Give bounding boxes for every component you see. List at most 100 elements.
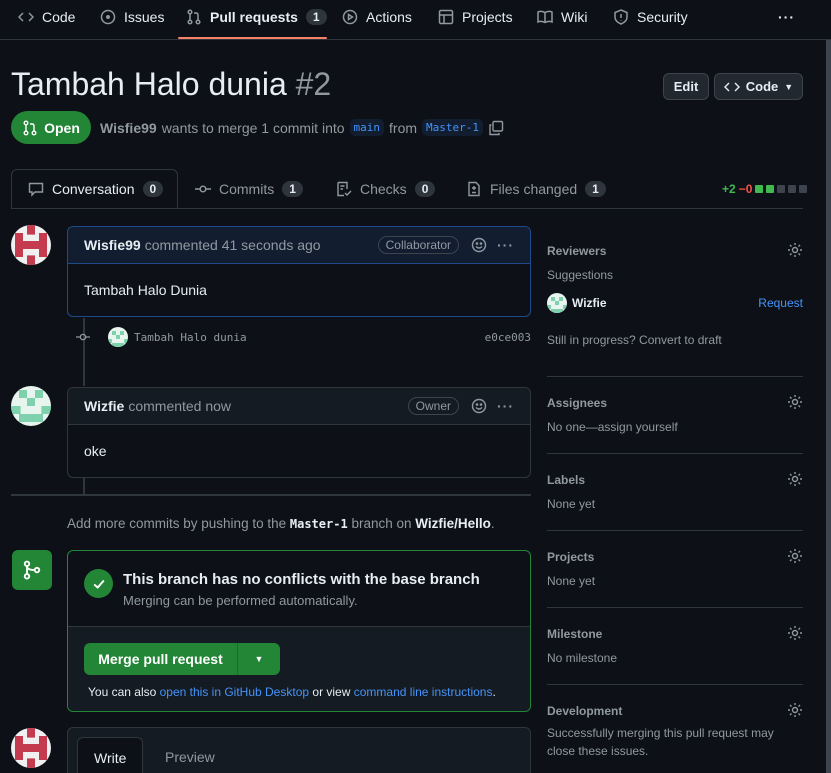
- comment-card: Wisfie99 commented 41 seconds ago Collab…: [67, 226, 531, 317]
- nav-actions[interactable]: Actions: [342, 0, 412, 33]
- command-line-instructions-link[interactable]: command line instructions: [354, 685, 493, 699]
- tab-checks-label: Checks: [360, 181, 407, 197]
- pr-state-badge: Open: [11, 111, 91, 144]
- nav-security[interactable]: Security: [613, 0, 688, 33]
- check-circle-icon: [84, 569, 113, 598]
- sidebar-divider: [547, 530, 803, 531]
- timeline-line: [83, 478, 85, 494]
- request-review-link[interactable]: Request: [758, 296, 803, 310]
- nav-issues-label: Issues: [124, 8, 165, 25]
- book-icon: [537, 10, 553, 23]
- avatar[interactable]: [547, 293, 567, 313]
- sidebar-divider: [547, 684, 803, 685]
- gear-icon[interactable]: [787, 471, 803, 487]
- open-in-desktop-link[interactable]: open this in GitHub Desktop: [160, 685, 309, 699]
- comment-icon: [28, 182, 44, 197]
- diffstat-additions: +2: [722, 182, 736, 196]
- role-badge: Collaborator: [377, 236, 459, 254]
- kebab-icon[interactable]: ···: [497, 398, 514, 414]
- code-dropdown-button[interactable]: Code ▼: [714, 73, 803, 100]
- merge-method-dropdown[interactable]: ▼: [238, 643, 280, 675]
- kebab-icon[interactable]: ···: [497, 237, 514, 253]
- edit-button[interactable]: Edit: [663, 73, 709, 100]
- push-note: Add more commits by pushing to the Maste…: [67, 516, 495, 531]
- comment-author[interactable]: Wizfie: [84, 398, 124, 414]
- gear-icon[interactable]: [787, 242, 803, 258]
- avatar[interactable]: [11, 728, 51, 768]
- nav-projects[interactable]: Projects: [438, 0, 513, 33]
- tab-preview[interactable]: Preview: [149, 737, 231, 773]
- reviewers-suggestions-label: Suggestions: [547, 268, 614, 282]
- merge-actions: Merge pull request ▼ You can also open t…: [68, 627, 530, 711]
- commit-sha-link[interactable]: e0ce003: [485, 331, 531, 344]
- sidebar-projects: Projects None yet: [547, 548, 803, 588]
- copy-icon[interactable]: [488, 120, 504, 136]
- comment-timestamp[interactable]: commented 41 seconds ago: [145, 237, 321, 253]
- code-button-label: Code: [745, 79, 779, 94]
- pr-number: #2: [295, 66, 332, 102]
- active-nav-underline: [178, 37, 327, 39]
- kebab-icon: ···: [778, 8, 795, 25]
- nav-pull-requests[interactable]: Pull requests 1: [186, 0, 327, 33]
- tab-checks-count: 0: [414, 181, 436, 197]
- tab-commits-label: Commits: [219, 181, 275, 197]
- development-value: Successfully merging this pull request m…: [547, 726, 774, 758]
- nav-code-label: Code: [42, 8, 76, 25]
- gear-icon[interactable]: [787, 394, 803, 410]
- convert-to-draft-link[interactable]: Still in progress? Convert to draft: [547, 333, 803, 347]
- merge-pull-request-button[interactable]: Merge pull request: [84, 643, 238, 675]
- tab-conversation[interactable]: Conversation 0: [28, 181, 164, 197]
- suggested-reviewer: Wizfie Request: [547, 293, 803, 313]
- smiley-icon[interactable]: [471, 398, 487, 414]
- sidebar-reviewers: Reviewers Suggestions Wizfie Request Sti…: [547, 242, 803, 347]
- smiley-icon[interactable]: [471, 237, 487, 253]
- push-note-repo[interactable]: Wizfie/Hello: [415, 516, 491, 531]
- gear-icon[interactable]: [787, 625, 803, 641]
- merge-status-icon: [12, 550, 52, 590]
- gear-icon[interactable]: [787, 702, 803, 718]
- diffstat-block: [777, 185, 786, 193]
- gear-icon[interactable]: [787, 548, 803, 564]
- pull-request-icon: [23, 120, 37, 135]
- nav-code[interactable]: Code: [18, 0, 75, 33]
- comment-body: Tambah Halo Dunia: [84, 282, 207, 298]
- timeline-divider: [11, 494, 531, 496]
- sidebar-labels: Labels None yet: [547, 471, 803, 511]
- comment-header: Wisfie99 commented 41 seconds ago Collab…: [68, 227, 530, 264]
- nav-wiki[interactable]: Wiki: [537, 0, 587, 33]
- more-menu-button[interactable]: ···: [778, 0, 795, 33]
- identicon-red: [11, 225, 51, 265]
- pr-title-text: Tambah Halo dunia: [11, 66, 287, 102]
- pr-author-link[interactable]: Wisfie99: [100, 120, 157, 136]
- sidebar-divider: [547, 607, 803, 608]
- edit-button-label: Edit: [673, 79, 699, 94]
- push-note-prefix: Add more commits by pushing to the: [67, 516, 287, 531]
- tab-conversation-count: 0: [142, 181, 164, 197]
- suggested-reviewer-name[interactable]: Wizfie: [572, 296, 758, 310]
- nav-issues[interactable]: Issues: [100, 0, 164, 33]
- nav-actions-label: Actions: [366, 8, 412, 25]
- head-branch[interactable]: Master-1: [422, 119, 484, 136]
- nav-pull-requests-label: Pull requests: [210, 8, 298, 25]
- assign-yourself-link[interactable]: No one—assign yourself: [547, 420, 803, 434]
- comment-author[interactable]: Wisfie99: [84, 237, 141, 253]
- avatar[interactable]: [11, 225, 51, 265]
- diffstat: +2 −0: [722, 182, 808, 196]
- tab-commits[interactable]: Commits 1: [195, 181, 303, 197]
- tab-files-changed[interactable]: Files changed 1: [466, 181, 606, 197]
- pull-request-icon: [187, 8, 201, 25]
- role-badge: Owner: [407, 397, 459, 415]
- sidebar-divider: [547, 453, 803, 454]
- repo-nav: Code Issues Pull requests 1 Actions Proj…: [0, 0, 831, 40]
- scrollbar[interactable]: [826, 40, 831, 773]
- tab-write[interactable]: Write: [77, 737, 144, 773]
- pull-requests-count: 1: [305, 8, 327, 25]
- diffstat-block: [766, 185, 775, 193]
- projects-value: None yet: [547, 574, 596, 588]
- avatar[interactable]: [11, 386, 51, 426]
- commit-message-link[interactable]: Tambah Halo dunia: [134, 331, 485, 344]
- base-branch[interactable]: main: [349, 119, 385, 136]
- comment-timestamp[interactable]: commented now: [128, 398, 231, 414]
- tab-checks[interactable]: Checks 0: [336, 181, 436, 197]
- avatar[interactable]: [108, 327, 128, 347]
